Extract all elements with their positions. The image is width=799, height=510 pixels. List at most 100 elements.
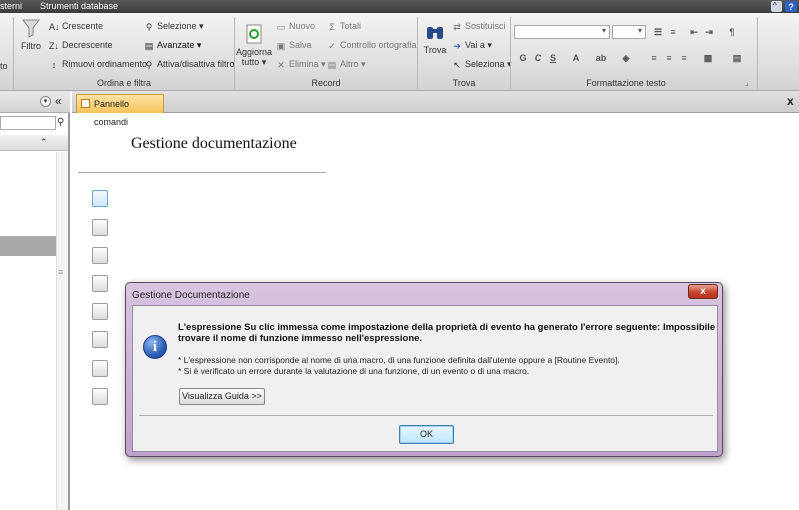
replace-button[interactable]: ⇄ Sostituisci xyxy=(452,20,505,32)
sort-descending-icon: Z↓ xyxy=(49,41,59,51)
form-icon xyxy=(81,99,90,108)
ok-button[interactable]: OK xyxy=(399,425,454,444)
nav-selected-item[interactable] xyxy=(0,236,56,256)
form-title: Gestione documentazione xyxy=(131,135,297,152)
sort-ascending-icon: A↓ xyxy=(49,22,60,32)
help-icon[interactable]: ? xyxy=(785,1,797,12)
align-left-icon[interactable]: ≡ xyxy=(648,52,660,64)
cursor-icon: ↖ xyxy=(453,60,461,70)
toggle-filter-button[interactable]: ⚲ Attiva/disattiva filtro xyxy=(144,58,235,70)
sort-descending-button[interactable]: Z↓ Decrescente xyxy=(49,39,113,51)
toggle-filter-icon: ⚲ xyxy=(145,60,153,70)
sort-ascending-button[interactable]: A↓ Crescente xyxy=(49,20,103,32)
selection-button[interactable]: ⚲ Selezione ▾ xyxy=(144,20,204,32)
dialog-divider xyxy=(139,415,713,416)
command-button-1[interactable] xyxy=(92,190,108,207)
arrow-right-icon: ➔ xyxy=(453,41,461,51)
replace-icon: ⇄ xyxy=(453,22,461,32)
tab-external-data[interactable]: sterni xyxy=(0,0,22,13)
more-icon: ▤ xyxy=(327,60,337,70)
font-name-select[interactable]: ▾ xyxy=(514,25,610,39)
binoculars-icon xyxy=(427,27,443,39)
document-tab-strip: Pannello comandi x xyxy=(72,91,799,127)
numbered-list-icon[interactable]: ≡ xyxy=(667,26,679,38)
nav-group-header[interactable]: ⌃ xyxy=(0,135,68,151)
command-button-3[interactable] xyxy=(92,247,108,264)
dialog-close-button[interactable]: x xyxy=(688,284,718,299)
goto-button[interactable]: ➔ Vai a ▾ xyxy=(452,39,492,51)
close-document-icon[interactable]: x xyxy=(787,94,794,108)
italic-button[interactable]: C xyxy=(532,52,544,64)
save-record-button[interactable]: ▣ Salva xyxy=(276,39,312,51)
dialog-title: Gestione Documentazione xyxy=(132,290,250,301)
delete-icon: ✕ xyxy=(277,60,285,70)
error-dialog: Gestione Documentazione x i L'espression… xyxy=(125,282,723,457)
nav-pane-header: ▾ « xyxy=(0,91,70,113)
filter-button[interactable]: Filtro xyxy=(17,17,45,51)
new-record-button[interactable]: ▭ Nuovo xyxy=(276,20,315,32)
info-icon: i xyxy=(143,335,167,359)
nav-scrollbar[interactable]: ≡ xyxy=(56,152,68,510)
font-color-icon[interactable]: A xyxy=(570,52,582,64)
command-button-7[interactable] xyxy=(92,360,108,377)
dialog-launcher-icon[interactable]: ⌟ xyxy=(745,77,749,89)
error-detail-1: * L'espressione non corrisponde al nome … xyxy=(178,355,620,365)
highlight-icon[interactable]: ab xyxy=(595,52,607,64)
dialog-body: i L'espressione Su clic immessa come imp… xyxy=(132,305,718,452)
decrease-indent-icon[interactable]: ⇤ xyxy=(688,26,700,38)
nav-menu-icon[interactable]: ▾ xyxy=(40,96,51,107)
error-message: L'espressione Su clic immessa come impos… xyxy=(178,322,716,344)
totals-button[interactable]: Σ Totali xyxy=(327,20,361,32)
paragraph-icon[interactable]: ¶ xyxy=(726,26,738,38)
chevron-up-icon: ⌃ xyxy=(40,137,48,147)
advanced-filter-icon: ▤ xyxy=(144,41,154,51)
title-divider xyxy=(78,172,326,173)
tab-label: Pannello comandi xyxy=(94,99,130,127)
align-center-icon[interactable]: ≡ xyxy=(663,52,675,64)
tab-pannello-comandi[interactable]: Pannello comandi xyxy=(76,94,164,127)
remove-sort-button[interactable]: ↕ Rimuovi ordinamento xyxy=(49,58,147,70)
nav-search-input[interactable] xyxy=(0,116,56,130)
alternate-fill-icon[interactable]: ▤ xyxy=(731,52,743,64)
font-size-select[interactable]: ▾ xyxy=(612,25,646,39)
ribbon-tab-bar: sterni Strumenti database ^ ? xyxy=(0,0,799,13)
ribbon: to Filtro A↓ Crescente Z↓ Decrescente ↕ Rim… xyxy=(0,13,799,91)
bold-button[interactable]: G xyxy=(517,52,529,64)
group-label-find: Trova xyxy=(452,78,476,88)
collapse-icon[interactable]: « xyxy=(55,94,62,108)
group-label-text-format: Formattazione testo xyxy=(586,78,666,88)
error-detail-2: * Si è verificato un errore durante la v… xyxy=(178,366,530,376)
command-button-4[interactable] xyxy=(92,275,108,292)
group-label-records: Record xyxy=(311,78,341,88)
increase-indent-icon[interactable]: ⇥ xyxy=(703,26,715,38)
delete-record-button[interactable]: ✕ Elimina ▾ xyxy=(276,58,325,70)
selection-filter-icon: ⚲ xyxy=(145,22,153,32)
splitter-handle-icon[interactable]: ≡ xyxy=(58,267,63,277)
command-button-2[interactable] xyxy=(92,219,108,236)
show-help-button[interactable]: Visualizza Guida >> xyxy=(179,388,265,405)
filter-partial-label: to xyxy=(0,61,8,71)
spelling-button[interactable]: ✓ Controllo ortografia xyxy=(327,39,416,51)
find-button[interactable]: Trova xyxy=(420,21,450,55)
save-icon: ▣ xyxy=(276,41,286,51)
search-icon[interactable]: ⚲ xyxy=(57,117,64,129)
remove-sort-icon: ↕ xyxy=(51,60,57,70)
bullet-list-icon[interactable]: ☰ xyxy=(652,26,664,38)
tab-database-tools[interactable]: Strumenti database xyxy=(40,0,118,13)
gridlines-icon[interactable]: ▦ xyxy=(702,52,714,64)
align-right-icon[interactable]: ≡ xyxy=(678,52,690,64)
command-button-5[interactable] xyxy=(92,303,108,320)
command-button-8[interactable] xyxy=(92,388,108,405)
new-record-icon: ▭ xyxy=(276,22,286,32)
funnel-icon xyxy=(22,19,40,38)
underline-button[interactable]: S xyxy=(547,52,559,64)
ribbon-minimize-icon[interactable]: ^ xyxy=(773,0,777,12)
advanced-button[interactable]: ▤ Avanzate ▾ xyxy=(144,39,202,51)
more-button[interactable]: ▤ Altro ▾ xyxy=(327,58,366,70)
navigation-pane: ▾ « ⚲ ⌃ ≡ xyxy=(0,91,70,510)
command-button-6[interactable] xyxy=(92,331,108,348)
refresh-all-button[interactable]: Aggiorna tutto ▾ xyxy=(236,23,272,67)
select-button[interactable]: ↖ Seleziona ▾ xyxy=(452,58,511,70)
sigma-icon: Σ xyxy=(329,22,335,32)
fill-color-icon[interactable]: ◈ xyxy=(620,52,632,64)
